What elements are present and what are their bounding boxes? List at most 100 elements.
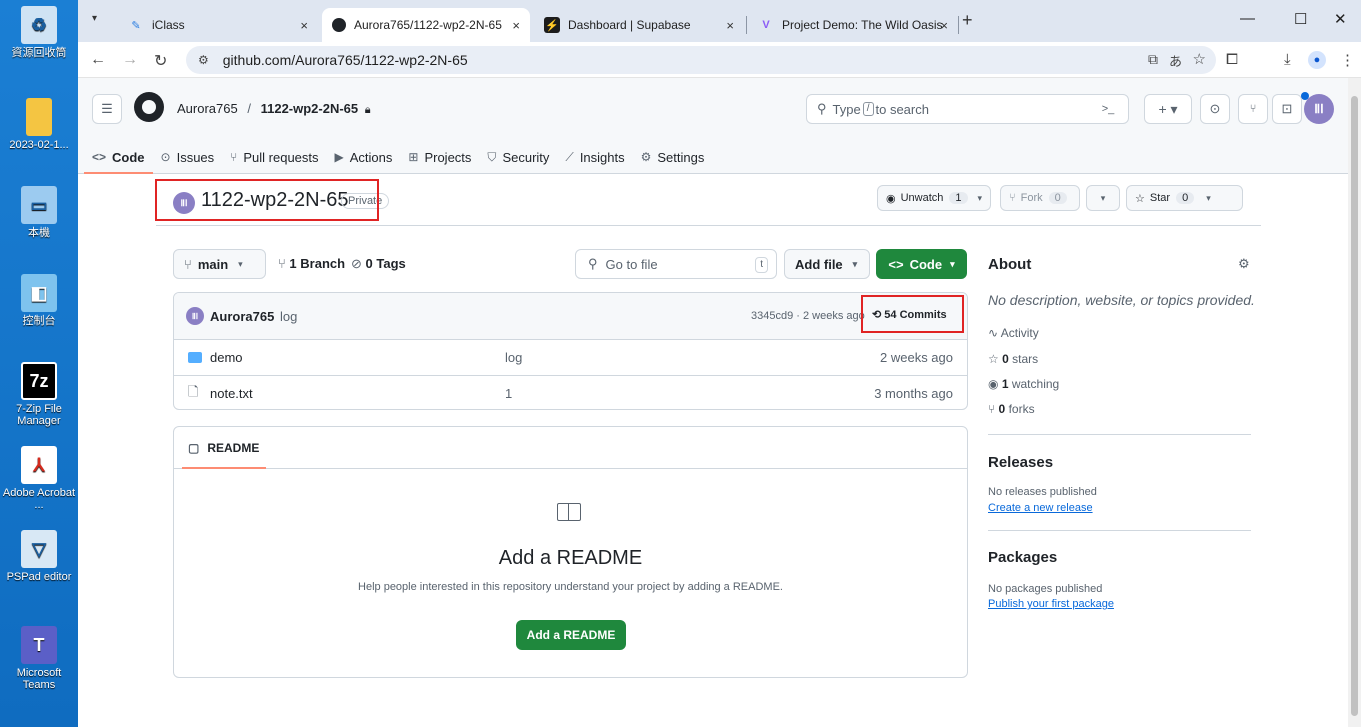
add-readme-button[interactable]: Add a README (516, 620, 626, 650)
github-logo-icon[interactable] (134, 92, 164, 122)
github-favicon (332, 18, 346, 32)
desktop-teams[interactable]: T Microsoft Teams (0, 626, 78, 691)
pspad-icon: ▽ (21, 530, 57, 568)
address-bar[interactable]: ⚙ github.com/Aurora765/1122-wp2-2N-65 ⧉ … (186, 46, 1216, 74)
breadcrumb-owner[interactable]: Aurora765 (177, 101, 238, 116)
vite-favicon: V (762, 19, 770, 31)
tab-iclass[interactable]: ✎ iClass × (118, 8, 318, 42)
scrollbar-thumb[interactable] (1351, 96, 1358, 716)
pull-requests-button[interactable]: ⑂ (1238, 94, 1268, 124)
tab-insights[interactable]: ⟋ Insights (565, 142, 624, 172)
tab-projects[interactable]: ⊞ Projects (408, 142, 471, 172)
unwatch-button[interactable]: ◉ Unwatch 1 ▾ (877, 185, 992, 211)
create-new-button[interactable]: + ▾ (1144, 94, 1192, 124)
forks-link[interactable]: ⑂ 0 forks (988, 402, 1035, 416)
desktop-pspad[interactable]: ▽ PSPad editor (0, 530, 78, 583)
tab-actions[interactable]: ▶ Actions (335, 142, 393, 172)
reload-icon[interactable]: ↻ (154, 51, 167, 71)
watching-link[interactable]: ◉ 1 watching (988, 377, 1059, 391)
bookmark-star-icon[interactable]: ☆ (1193, 50, 1206, 68)
table-row[interactable]: 🗋︎ note.txt 1 3 months ago (174, 375, 967, 409)
commit-message[interactable]: log (280, 309, 297, 324)
tab-settings[interactable]: ⚙ Settings (641, 142, 705, 172)
go-to-file-input[interactable]: ⚲ Go to file t (575, 249, 777, 279)
branch-selector[interactable]: ⑂ main ▾ (173, 249, 266, 279)
issues-button[interactable]: ⊙ (1200, 94, 1230, 124)
desktop-recycle-bin[interactable]: ♻ 資源回收筒 (0, 6, 78, 59)
fork-button[interactable]: ⑂ Fork 0 (1000, 185, 1080, 211)
tab-code[interactable]: <> Code (84, 142, 152, 174)
readme-tab[interactable]: ▢ README (174, 427, 967, 469)
search-input[interactable]: ⚲ Type / to search (806, 94, 1129, 124)
desktop-icon-label: 2023-02-1... (9, 139, 69, 151)
browser-window: ▾ ✎ iClass × Aurora765/1122-wp2-2N-65 × … (78, 0, 1361, 727)
vertical-scrollbar[interactable] (1348, 78, 1361, 727)
file-commit-message[interactable]: 1 (505, 386, 512, 401)
gear-icon[interactable]: ⚙ (1238, 256, 1250, 272)
maximize-icon[interactable]: ☐ (1294, 10, 1307, 28)
search-shortcut-key: / (862, 102, 874, 116)
tags-link[interactable]: ⊘ 0 Tags (351, 256, 406, 272)
fork-dropdown-button[interactable]: ▾ (1086, 185, 1120, 211)
close-icon[interactable]: × (512, 18, 520, 33)
tab-separator (746, 16, 747, 34)
inbox-button[interactable]: ⊡ (1272, 94, 1302, 124)
desktop-7zip[interactable]: 7z 7-Zip File Manager (0, 362, 78, 427)
file-commit-message[interactable]: log (505, 350, 522, 365)
command-palette-button[interactable]: >_ (1090, 94, 1126, 124)
packages-title[interactable]: Packages (988, 549, 1057, 566)
extensions-icon[interactable]: ⧠ (1226, 51, 1238, 68)
desktop-acrobat[interactable]: ⅄ Adobe Acrobat ... (0, 446, 78, 511)
desktop-control-panel[interactable]: ◧ 控制台 (0, 274, 78, 327)
profile-icon[interactable]: ● (1308, 51, 1326, 69)
book-icon: ▢ (188, 440, 200, 455)
site-info-icon[interactable]: ⚙ (198, 53, 209, 67)
breadcrumb-repo[interactable]: 1122-wp2-2N-65 (261, 101, 359, 116)
file-name[interactable]: demo (210, 350, 243, 365)
code-button[interactable]: <> Code ▾ (876, 249, 967, 279)
forward-icon[interactable]: → (122, 51, 138, 69)
hamburger-menu-button[interactable]: ☰ (92, 94, 122, 124)
download-icon[interactable]: ⤓ (1284, 51, 1291, 68)
add-file-button[interactable]: Add file ▾ (784, 249, 870, 279)
tab-pull-requests[interactable]: ⑂ Pull requests (230, 142, 318, 172)
tab-search-icon[interactable]: ▾ (92, 13, 97, 24)
tab-github[interactable]: Aurora765/1122-wp2-2N-65 × (322, 8, 530, 42)
close-icon[interactable]: × (726, 18, 734, 33)
book-icon (557, 503, 581, 521)
star-button[interactable]: ☆ Star 0 ▾ (1126, 185, 1243, 211)
eye-icon: ◉ (886, 192, 896, 205)
inbox-icon: ⊡ (1281, 101, 1293, 116)
tab-issues[interactable]: ⊙ Issues (161, 142, 215, 172)
releases-title[interactable]: Releases (988, 454, 1053, 471)
user-avatar[interactable]: ⅡⅠ (1301, 92, 1334, 124)
tab-supabase[interactable]: ⚡ Dashboard | Supabase × (534, 8, 744, 42)
publish-package-link[interactable]: Publish your first package (988, 598, 1114, 610)
stars-label: stars (1012, 352, 1039, 366)
close-icon[interactable]: × (940, 18, 948, 33)
commit-author[interactable]: Aurora765 (210, 309, 274, 324)
activity-link[interactable]: ∿ Activity (988, 326, 1039, 340)
table-row[interactable]: demo log 2 weeks ago (174, 339, 967, 375)
back-icon[interactable]: ← (90, 51, 106, 69)
pull-request-icon: ⑂ (1249, 103, 1257, 115)
desktop-icon-label: PSPad editor (6, 571, 72, 583)
go-to-file-placeholder: Go to file (605, 256, 658, 272)
branches-link[interactable]: ⑂ 1 Branch (278, 256, 345, 271)
folder-icon (26, 98, 52, 136)
minimize-icon[interactable]: — (1240, 10, 1255, 27)
desktop-this-pc[interactable]: ▭ 本機 (0, 186, 78, 239)
close-icon[interactable]: × (300, 18, 308, 33)
install-app-icon[interactable]: ⧉ (1148, 51, 1158, 68)
translate-icon[interactable]: あ (1169, 51, 1182, 70)
new-tab-button[interactable]: + (962, 10, 973, 31)
file-name[interactable]: note.txt (210, 386, 253, 401)
commit-meta[interactable]: 3345cd9 · 2 weeks ago (751, 310, 865, 322)
stars-link[interactable]: ☆ 0 stars (988, 352, 1038, 366)
tab-wild-oasis[interactable]: V Project Demo: The Wild Oasis × (748, 8, 958, 42)
window-close-icon[interactable]: ✕ (1334, 10, 1347, 28)
tab-security[interactable]: ⛉ Security (487, 142, 549, 172)
create-release-link[interactable]: Create a new release (988, 502, 1093, 514)
menu-kebab-icon[interactable]: ⋮ (1340, 51, 1355, 69)
desktop-folder[interactable]: 2023-02-1... (0, 98, 78, 151)
